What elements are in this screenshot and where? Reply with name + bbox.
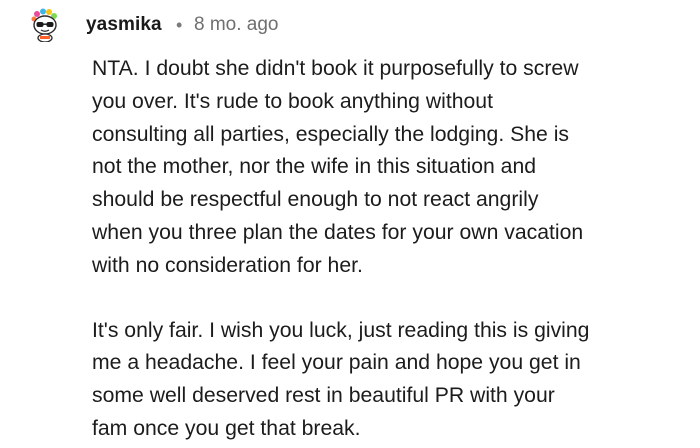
author-username[interactable]: yasmika <box>86 12 162 38</box>
comment-timestamp[interactable]: 8 mo. ago <box>194 12 279 38</box>
comment-header: yasmika • 8 mo. ago <box>0 0 700 52</box>
comment-text-line: consulting all parties, especially the l… <box>92 122 569 146</box>
comment-text-line: fam once you get that break. <box>92 416 361 440</box>
meta-separator: • <box>176 15 183 35</box>
comment-text-line: not the mother, nor the wife in this sit… <box>92 155 537 179</box>
comment-text-line: some well deserved rest in beautiful PR … <box>92 384 555 408</box>
comment-text-line: It's only fair. I wish you luck, just re… <box>92 318 590 342</box>
comment-text-line: you over. It's rude to book anything wit… <box>92 89 493 113</box>
comment-text-line: should be respectful enough to not react… <box>92 188 539 212</box>
comment-text-line: me a headache. I feel your pain and hope… <box>92 351 581 375</box>
snoo-avatar-icon[interactable] <box>28 8 62 42</box>
comment-body: NTA. I doubt she didn't book it purposef… <box>92 53 692 446</box>
comment: yasmika • 8 mo. ago NTA. I doubt she did… <box>0 0 700 448</box>
comment-text-line: with no consideration for her. <box>92 253 363 277</box>
comment-text-line: when you three plan the dates for your o… <box>92 220 584 244</box>
comment-text-line: NTA. I doubt she didn't book it purposef… <box>92 57 579 80</box>
